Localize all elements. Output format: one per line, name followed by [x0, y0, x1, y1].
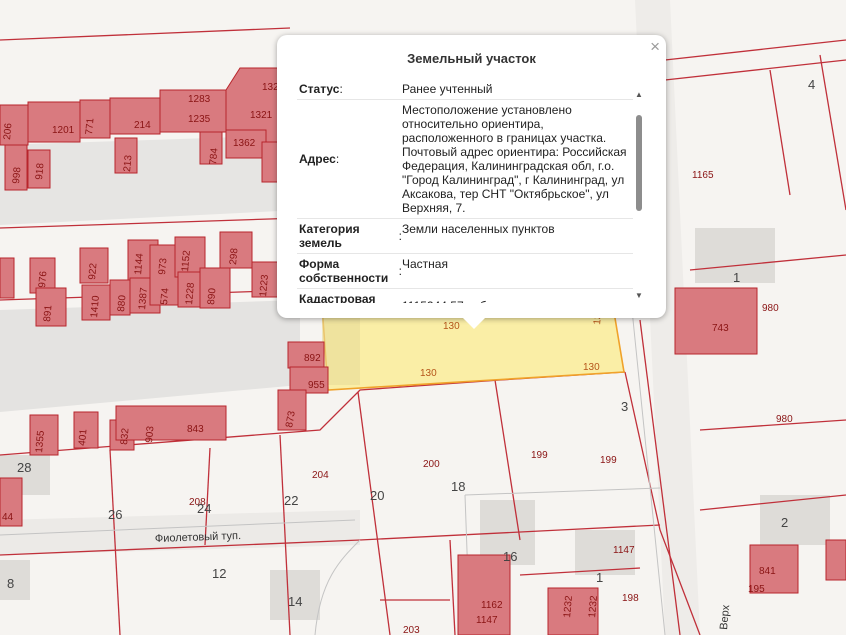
label: 574 [159, 287, 171, 305]
row-value: 1115244,57 руб. [402, 289, 633, 303]
label: 998 [11, 166, 23, 184]
label: 922 [87, 262, 99, 280]
district-number: 22 [284, 493, 298, 508]
label: 891 [42, 304, 54, 322]
district-number: 3 [621, 399, 628, 414]
district-number: 1 [596, 570, 603, 585]
label: 214 [134, 120, 151, 131]
popup-scrollbar[interactable]: ▲ ▼ [634, 90, 644, 300]
label: 198 [622, 593, 639, 604]
district-number: 24 [197, 501, 211, 516]
popup-pointer [461, 316, 487, 329]
label: 1223 [258, 274, 271, 298]
row-label: Статус: [299, 82, 343, 96]
label: 1362 [233, 138, 256, 149]
label: 401 [77, 428, 89, 446]
info-row-category: Категория земель: Земли населенных пункт… [297, 219, 633, 254]
edge-length: 130 [443, 321, 460, 332]
label: 1162 [481, 600, 503, 611]
label: 976 [37, 270, 49, 288]
label: 1410 [89, 295, 102, 319]
label: 973 [157, 257, 169, 275]
district-number: 16 [503, 549, 517, 564]
label: 199 [531, 450, 548, 461]
info-row-cadastral: Кадастровая 1115244,57 руб. [297, 289, 633, 303]
label: 918 [34, 162, 46, 180]
label: 955 [308, 380, 325, 391]
label: 195 [748, 584, 765, 595]
label: 298 [228, 247, 240, 265]
label: 892 [304, 353, 321, 364]
row-value: Земли населенных пунктов [402, 222, 555, 236]
label: 1232 [587, 595, 600, 619]
district-number: 4 [808, 77, 815, 92]
label: 843 [187, 424, 204, 435]
edge-length: 130 [420, 368, 437, 379]
label: 771 [84, 117, 96, 135]
district-number: 28 [17, 460, 31, 475]
label: 880 [116, 294, 128, 312]
label: 743 [712, 323, 729, 334]
label: 1235 [188, 114, 211, 125]
row-value: Частная [402, 257, 448, 271]
label: 204 [312, 470, 329, 481]
scroll-down-icon[interactable]: ▼ [634, 291, 644, 300]
info-row-status: Статус: Ранее учтенный [297, 79, 633, 100]
scroll-thumb[interactable] [636, 115, 642, 211]
label: 980 [776, 414, 793, 425]
label: 203 [403, 625, 420, 635]
label: 784 [208, 147, 220, 165]
label: 213 [122, 154, 134, 172]
label: 1283 [188, 94, 211, 105]
label: 841 [759, 566, 776, 577]
edge-length: 130 [583, 362, 600, 373]
district-number: 26 [108, 507, 122, 522]
row-value: Местоположение установлено относительно … [402, 103, 627, 215]
label: 1321 [250, 110, 273, 121]
district-number: 1 [733, 270, 740, 285]
parcel-info-popup: × Земельный участок Статус: Ранее учтенн… [277, 35, 666, 318]
info-row-ownership: Форма собственности: Частная [297, 254, 633, 289]
label: 200 [423, 459, 440, 470]
label: 980 [762, 303, 779, 314]
district-number: 20 [370, 488, 384, 503]
district-number: 8 [7, 576, 14, 591]
district-number: 14 [288, 594, 302, 609]
label: 1152 [180, 249, 193, 272]
label: 1355 [34, 430, 47, 454]
row-label: Категория земель: [299, 222, 402, 250]
label: 1165 [692, 170, 714, 181]
label: 903 [144, 425, 156, 443]
info-row-address: Адрес: Местоположение установлено относи… [297, 100, 633, 219]
label: 199 [600, 455, 617, 466]
district-number: 18 [451, 479, 465, 494]
row-label: Кадастровая [299, 292, 376, 303]
popup-title: Земельный участок [407, 51, 536, 66]
label: 1232 [562, 595, 575, 619]
label: 890 [206, 287, 218, 305]
label: 1228 [184, 282, 197, 306]
label: 1147 [476, 615, 498, 626]
row-label: Адрес: [299, 152, 340, 166]
label: 1144 [133, 252, 146, 275]
row-label: Форма собственности: [299, 257, 402, 285]
district-number: 12 [212, 566, 226, 581]
label: 1147 [613, 545, 635, 556]
scroll-up-icon[interactable]: ▲ [634, 90, 644, 99]
popup-body[interactable]: Статус: Ранее учтенный Адрес: Местополож… [297, 79, 633, 303]
district-number: 2 [781, 515, 788, 530]
row-value: Ранее учтенный [402, 82, 493, 96]
label: 1201 [52, 125, 75, 136]
label: 1387 [137, 287, 150, 311]
label: 44 [2, 512, 14, 523]
label: 832 [119, 427, 131, 445]
label: 206 [2, 122, 14, 140]
street-name: Верх [718, 604, 732, 630]
